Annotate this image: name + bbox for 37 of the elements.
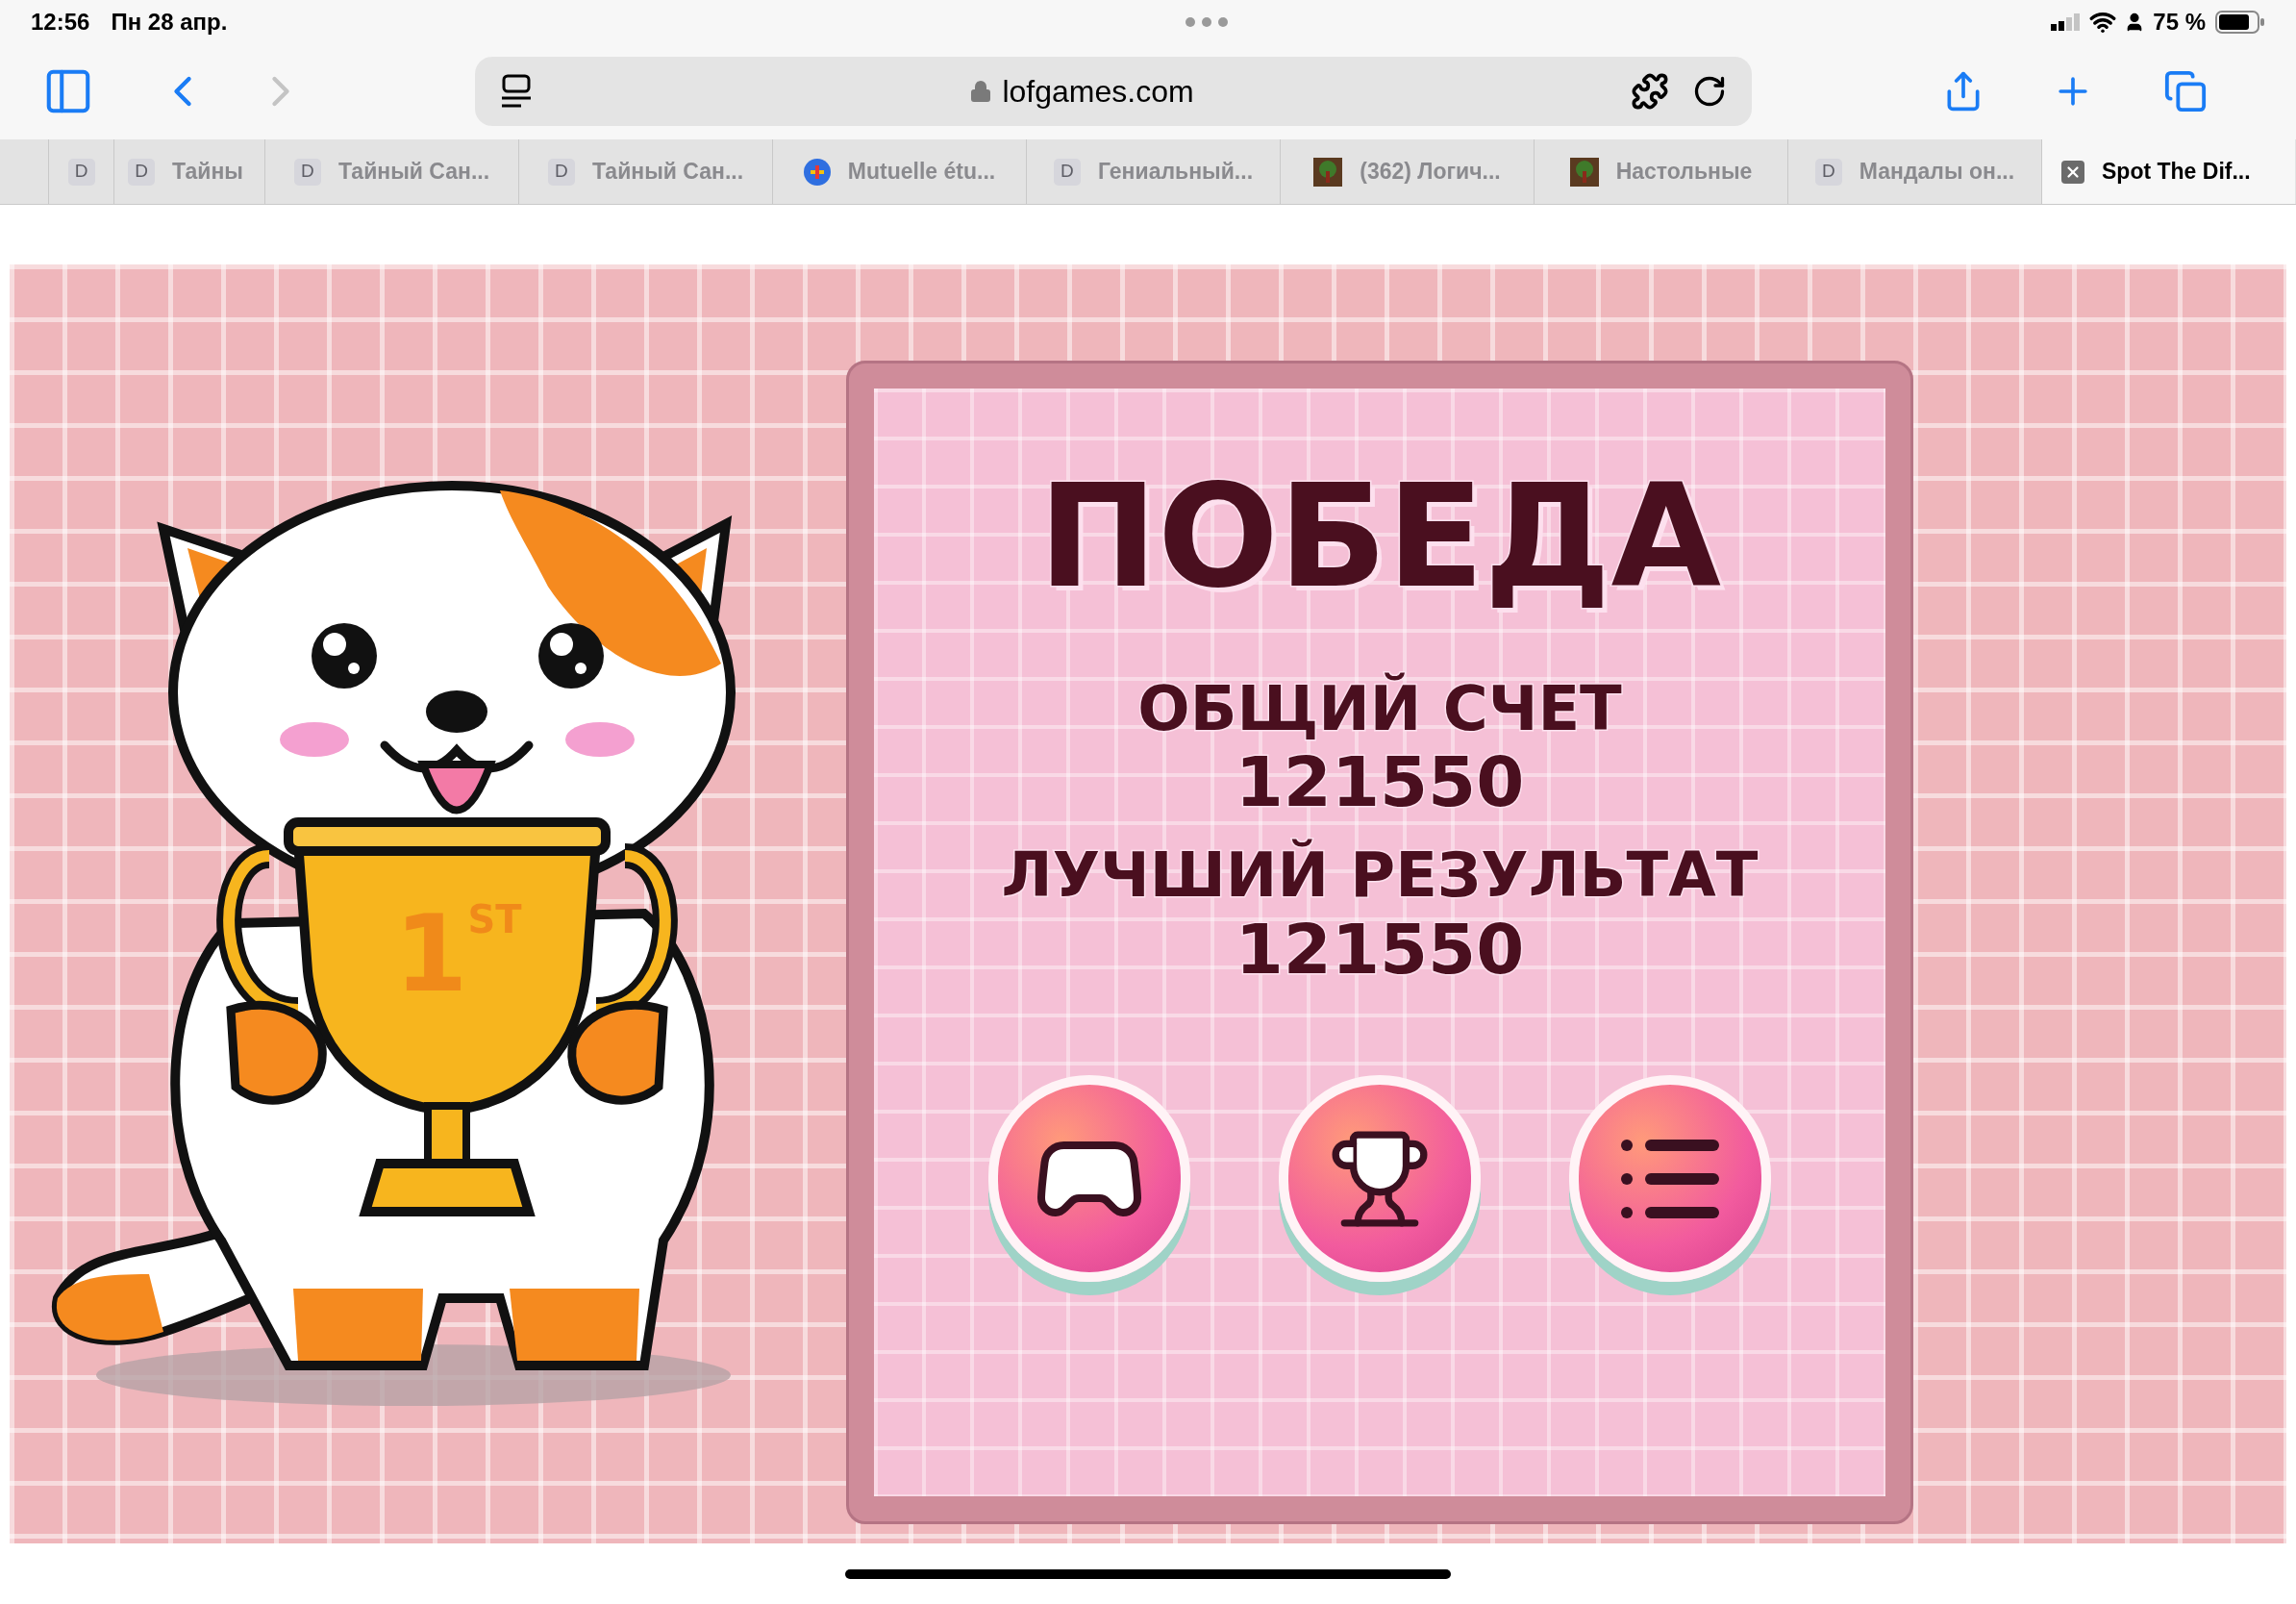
signal-icon bbox=[2051, 13, 2083, 31]
favicon: D bbox=[128, 158, 155, 186]
home-indicator[interactable] bbox=[845, 1568, 1451, 1579]
status-date: Пн 28 апр. bbox=[111, 7, 228, 37]
victory-title: ПОБЕДА bbox=[1038, 465, 1721, 608]
tab-title: (362) Логич... bbox=[1360, 158, 1501, 187]
tab-title: Mutuelle étu... bbox=[847, 158, 996, 187]
reload-icon[interactable] bbox=[1692, 74, 1727, 109]
lock-icon bbox=[969, 80, 993, 103]
reader-icon[interactable] bbox=[500, 74, 533, 109]
tab-title: Тайны bbox=[172, 158, 243, 187]
favicon: D bbox=[1053, 158, 1081, 186]
stat-value: 121550 bbox=[1235, 742, 1525, 823]
tab-title: Гениальный... bbox=[1097, 158, 1254, 187]
extension-icon[interactable] bbox=[1631, 72, 1669, 111]
favicon: D bbox=[547, 158, 575, 186]
tab-title: Spot The Dif... bbox=[2102, 158, 2251, 187]
tabs-overview-icon[interactable] bbox=[2163, 69, 2208, 113]
battery-percent: 75 % bbox=[2153, 7, 2206, 37]
favicon: D bbox=[293, 158, 321, 186]
close-icon[interactable] bbox=[2061, 160, 2084, 184]
tree-image-icon bbox=[1569, 157, 1599, 187]
tab-title: Настольные bbox=[1615, 158, 1753, 187]
tab-title: Тайный Сан... bbox=[337, 158, 490, 187]
tab-title: Тайный Сан... bbox=[591, 158, 744, 187]
plus-logo-icon bbox=[803, 158, 831, 186]
tree-image-icon bbox=[1313, 157, 1343, 187]
address-text: lofgames.com bbox=[1002, 73, 1194, 111]
favicon: D bbox=[67, 158, 95, 186]
tab-title: Мандалы он... bbox=[1859, 158, 2015, 187]
stat-value: 121550 bbox=[1235, 909, 1525, 990]
more-dots-icon[interactable] bbox=[1185, 16, 1228, 27]
address-bar[interactable]: lofgames.com bbox=[475, 57, 1752, 126]
browser-tab[interactable]: Spot The Dif... bbox=[2041, 139, 2295, 204]
status-time: 12:56 bbox=[31, 7, 90, 37]
battery-icon bbox=[2215, 10, 2265, 34]
favicon: D bbox=[1814, 158, 1842, 186]
